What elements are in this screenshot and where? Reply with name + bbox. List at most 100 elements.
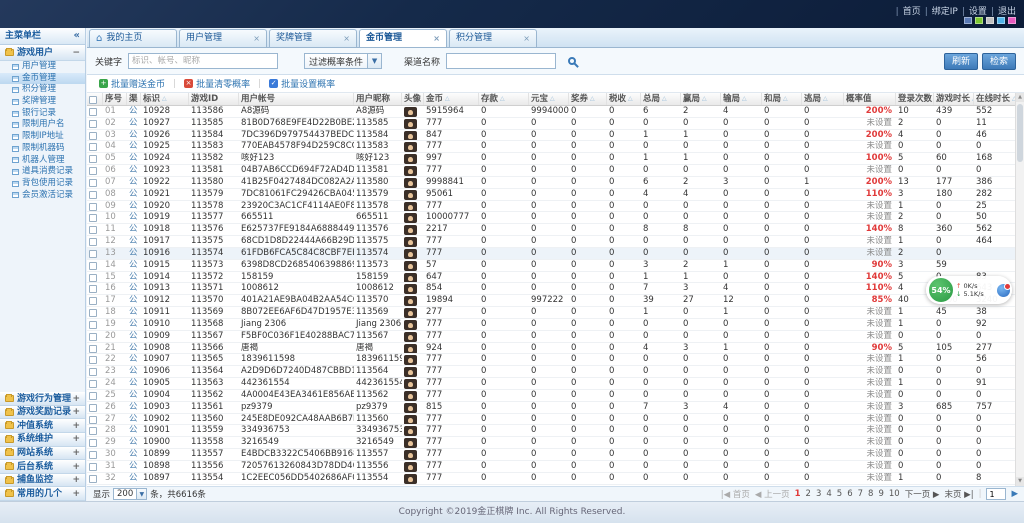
vertical-scrollbar[interactable]: ▲ ▼ xyxy=(1015,93,1024,486)
checkbox[interactable] xyxy=(89,108,97,116)
search-icon[interactable] xyxy=(568,57,576,65)
table-row[interactable]: 08公109211135797DC81061FC29426CBA04569AE7… xyxy=(87,189,1015,201)
column-header[interactable]: 在线时长△ xyxy=(974,93,1016,105)
table-row[interactable]: 15公1091411357215815915815964700001100014… xyxy=(87,272,1015,284)
checkbox[interactable] xyxy=(89,439,97,447)
checkbox[interactable] xyxy=(89,392,97,400)
page-number[interactable]: 9 xyxy=(878,489,883,499)
row-checkbox-cell[interactable] xyxy=(87,106,103,117)
sidebar-item[interactable]: 限制机器码 xyxy=(0,143,85,155)
sidebar-item[interactable]: 金币管理 xyxy=(0,73,85,85)
tab-金币管理[interactable]: 金币管理× xyxy=(359,29,447,47)
page-number[interactable]: 8 xyxy=(868,489,873,499)
table-row[interactable]: 20公10909113567F5BF0C036F1E40288BAC744083… xyxy=(87,331,1015,343)
theme-color-swatch[interactable] xyxy=(964,17,972,24)
tab-积分管理[interactable]: 积分管理× xyxy=(449,29,537,47)
last-page-button[interactable]: 末页 ▶| xyxy=(944,488,973,500)
network-monitor-overlay[interactable]: 54% ↑ 0K/s ↓ 5.1K/s xyxy=(926,276,1012,304)
sidebar-item[interactable]: 积分管理 xyxy=(0,84,85,96)
column-header[interactable]: 金币△ xyxy=(424,93,479,105)
table-row[interactable]: 21公10908113566唐褐唐褐92400004310090%5105277 xyxy=(87,343,1015,355)
table-row[interactable]: 01公10928113586A8源码A8源码591596409994000006… xyxy=(87,106,1015,118)
expand-plus-icon[interactable]: + xyxy=(72,486,80,502)
column-header[interactable]: 存款△ xyxy=(479,93,529,105)
column-header[interactable]: 标识△ xyxy=(141,93,189,105)
column-header[interactable]: 游戏时长△ xyxy=(934,93,974,105)
sidebar-item[interactable]: 奖牌管理 xyxy=(0,96,85,108)
sort-icon[interactable]: △ xyxy=(500,93,505,105)
checkbox[interactable] xyxy=(89,250,97,258)
column-header[interactable]: 序号 xyxy=(103,93,127,105)
row-checkbox-cell[interactable] xyxy=(87,177,103,188)
checkbox[interactable] xyxy=(89,285,97,293)
column-header[interactable]: 用户昵称 xyxy=(354,93,402,105)
sort-icon[interactable]: △ xyxy=(742,93,747,105)
column-header[interactable]: 和局△ xyxy=(762,93,802,105)
column-header[interactable]: 概率值 xyxy=(844,93,896,105)
column-header[interactable]: 奖券△ xyxy=(569,93,607,105)
checkbox[interactable] xyxy=(89,262,97,270)
sidebar-group[interactable]: 常用的几个+ xyxy=(0,487,85,501)
close-icon[interactable]: × xyxy=(253,30,260,47)
checkbox[interactable] xyxy=(89,167,97,175)
theme-color-swatch[interactable] xyxy=(1008,17,1016,24)
checkbox[interactable] xyxy=(89,214,97,222)
row-checkbox-cell[interactable] xyxy=(87,437,103,448)
select-all-checkbox-cell[interactable] xyxy=(87,93,103,105)
column-header[interactable]: 头像 xyxy=(402,93,424,105)
row-checkbox-cell[interactable] xyxy=(87,331,103,342)
topbar-link[interactable]: 首页 xyxy=(903,7,921,17)
sort-icon[interactable]: △ xyxy=(590,93,595,105)
row-checkbox-cell[interactable] xyxy=(87,118,103,129)
sidebar-item[interactable]: 限制IP地址 xyxy=(0,131,85,143)
table-row[interactable]: 09公1092011357823920C3AC1CF4114AE0F8B9F52… xyxy=(87,201,1015,213)
refresh-button[interactable]: 刷新 xyxy=(944,53,978,70)
sidebar-collapse-button[interactable]: « xyxy=(74,28,80,44)
column-header[interactable]: 元宝△ xyxy=(529,93,569,105)
row-checkbox-cell[interactable] xyxy=(87,189,103,200)
topbar-link[interactable]: 设置 xyxy=(969,7,987,17)
table-row[interactable]: 25公109041135624A0004E43EA3461E856AE8E8B2… xyxy=(87,390,1015,402)
table-row[interactable]: 26公10903113561pz9379pz9379815000073400未设… xyxy=(87,402,1015,414)
table-row[interactable]: 29公1090011355832165493216549777000000000… xyxy=(87,437,1015,449)
table-row[interactable]: 16公1091311357110086121008612854000073400… xyxy=(87,283,1015,295)
table-row[interactable]: 03公109261135847DC396D979754437BEDC54B755… xyxy=(87,130,1015,142)
sort-icon[interactable]: △ xyxy=(550,93,555,105)
checkbox[interactable] xyxy=(89,297,97,305)
sidebar-group-game-users[interactable]: 游戏用户 − xyxy=(0,45,85,61)
scrollbar-thumb[interactable] xyxy=(1017,104,1023,162)
channel-input[interactable] xyxy=(446,53,556,69)
probability-filter-dropdown[interactable]: 过滤概率条件 ▼ xyxy=(304,53,382,69)
table-row[interactable]: 17公10912113570401A21AE9BA04B2AA54CCEB48A… xyxy=(87,295,1015,307)
checkbox[interactable] xyxy=(89,463,97,471)
checkbox[interactable] xyxy=(89,155,97,163)
table-row[interactable]: 23公10906113564A2D9D6D7240D487CBBD1A5BD42… xyxy=(87,366,1015,378)
row-checkbox-cell[interactable] xyxy=(87,319,103,330)
row-checkbox-cell[interactable] xyxy=(87,283,103,294)
page-number[interactable]: 5 xyxy=(837,489,842,499)
collapse-minus-icon[interactable]: − xyxy=(72,45,80,61)
goto-page-input[interactable] xyxy=(986,488,1006,500)
row-checkbox-cell[interactable] xyxy=(87,212,103,223)
tab-我的主页[interactable]: ⌂我的主页 xyxy=(89,29,177,47)
browser-assistant-icon[interactable] xyxy=(997,284,1010,297)
checkbox[interactable] xyxy=(89,96,97,104)
row-checkbox-cell[interactable] xyxy=(87,414,103,425)
column-header[interactable]: 用户帐号 xyxy=(239,93,354,105)
row-checkbox-cell[interactable] xyxy=(87,425,103,436)
row-checkbox-cell[interactable] xyxy=(87,473,103,484)
theme-color-swatch[interactable] xyxy=(997,17,1005,24)
checkbox[interactable] xyxy=(89,356,97,364)
theme-color-swatch[interactable] xyxy=(975,17,983,24)
table-row[interactable]: 30公10899113557E4BDCB3322C5406BB91688E07A… xyxy=(87,449,1015,461)
sort-icon[interactable]: △ xyxy=(445,93,450,105)
page-number[interactable]: 3 xyxy=(816,489,821,499)
chevron-down-icon[interactable]: ▼ xyxy=(367,54,381,68)
close-icon[interactable]: × xyxy=(523,30,530,47)
column-header[interactable]: 税收△ xyxy=(607,93,641,105)
row-checkbox-cell[interactable] xyxy=(87,378,103,389)
row-checkbox-cell[interactable] xyxy=(87,307,103,318)
row-checkbox-cell[interactable] xyxy=(87,402,103,413)
row-checkbox-cell[interactable] xyxy=(87,366,103,377)
checkbox[interactable] xyxy=(89,120,97,128)
